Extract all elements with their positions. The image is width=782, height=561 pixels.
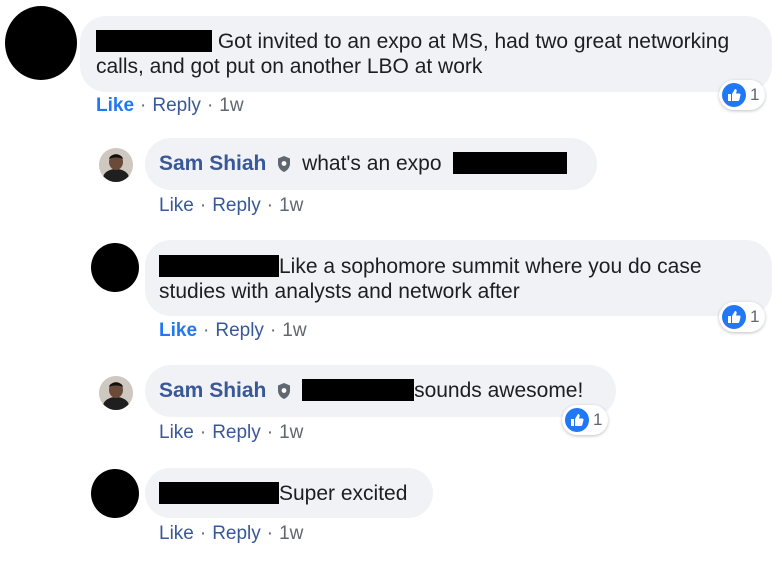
reply-button[interactable]: Reply xyxy=(215,320,264,341)
separator: · xyxy=(203,320,210,341)
reply-button[interactable]: Reply xyxy=(212,523,261,544)
reply-button[interactable]: Reply xyxy=(152,95,201,116)
separator: · xyxy=(199,422,207,443)
comment-text: Super excited xyxy=(279,482,408,505)
comment-actions: Like · Reply · 1w xyxy=(159,422,303,444)
like-button[interactable]: Like xyxy=(159,195,194,216)
like-reaction-icon xyxy=(722,83,746,107)
like-reaction-icon xyxy=(565,408,589,432)
comment-actions: Like · Reply · 1w xyxy=(159,523,303,545)
reaction-count[interactable]: 1 xyxy=(562,405,609,435)
separator: · xyxy=(206,95,214,116)
redacted-name xyxy=(159,482,279,504)
like-button[interactable]: Like xyxy=(159,320,197,341)
redacted-name xyxy=(453,152,568,174)
comment-bubble: Got invited to an expo at MS, had two gr… xyxy=(80,16,772,92)
verified-shield-icon xyxy=(276,381,292,406)
separator: · xyxy=(199,523,207,544)
like-button[interactable]: Like xyxy=(159,422,194,443)
comment-bubble: Sam Shiah what's an expo xyxy=(145,138,597,190)
comment-bubble: Sam Shiah sounds awesome! xyxy=(145,365,616,417)
timestamp[interactable]: 1w xyxy=(279,422,303,443)
separator: · xyxy=(266,422,274,443)
like-button[interactable]: Like xyxy=(96,95,134,116)
avatar[interactable] xyxy=(99,376,133,410)
verified-shield-icon xyxy=(276,154,292,179)
author-name[interactable]: Sam Shiah xyxy=(159,152,266,175)
avatar[interactable] xyxy=(99,148,133,182)
redacted-name xyxy=(302,379,415,401)
reaction-number: 1 xyxy=(750,85,760,104)
author-name[interactable]: Sam Shiah xyxy=(159,379,266,402)
like-reaction-icon xyxy=(722,305,746,329)
timestamp[interactable]: 1w xyxy=(279,195,303,216)
reaction-number: 1 xyxy=(593,410,603,429)
separator: · xyxy=(269,320,277,341)
separator: · xyxy=(199,195,207,216)
reply-button[interactable]: Reply xyxy=(212,195,261,216)
avatar-redacted[interactable] xyxy=(5,6,77,80)
timestamp[interactable]: 1w xyxy=(219,95,243,116)
avatar-redacted[interactable] xyxy=(91,469,139,518)
timestamp[interactable]: 1w xyxy=(282,320,306,341)
comment-text: what's an expo xyxy=(302,152,442,175)
redacted-name xyxy=(96,30,212,52)
timestamp[interactable]: 1w xyxy=(279,523,303,544)
reaction-count[interactable]: 1 xyxy=(719,80,766,110)
separator: · xyxy=(266,523,274,544)
separator: · xyxy=(266,195,274,216)
reaction-number: 1 xyxy=(750,307,760,326)
comment-bubble: Super excited xyxy=(145,468,433,518)
avatar-redacted[interactable] xyxy=(91,243,139,292)
comment-actions: Like · Reply · 1w xyxy=(159,195,303,217)
like-button[interactable]: Like xyxy=(159,523,194,544)
separator: · xyxy=(140,95,147,116)
redacted-name xyxy=(159,255,279,277)
comment-actions: Like · Reply · 1w xyxy=(96,95,244,117)
comment-text: sounds awesome! xyxy=(414,379,584,402)
comment-actions: Like · Reply · 1w xyxy=(159,320,307,342)
comment-bubble: Like a sophomore summit where you do cas… xyxy=(145,240,772,316)
reaction-count[interactable]: 1 xyxy=(719,302,766,332)
reply-button[interactable]: Reply xyxy=(212,422,261,443)
